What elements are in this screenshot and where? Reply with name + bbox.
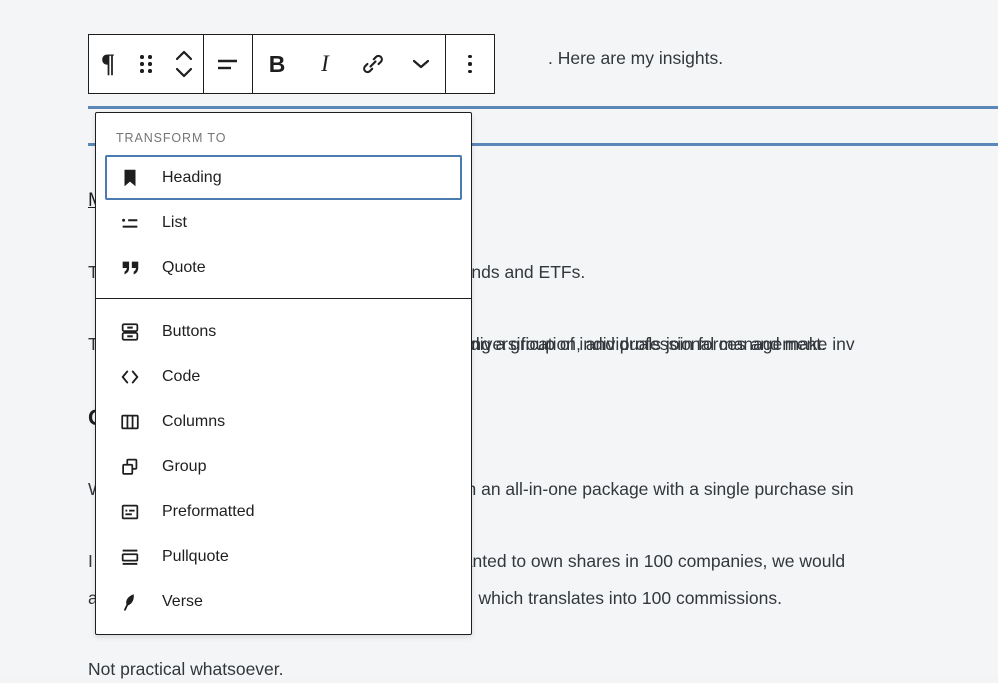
transform-to-menu: TRANSFORM TO Heading List Quote Buttons … xyxy=(95,112,472,635)
quote-marks-icon xyxy=(118,256,142,280)
align-text-button[interactable] xyxy=(204,35,252,93)
transform-option-quote-label: Quote xyxy=(162,258,206,276)
drag-handle-icon xyxy=(140,55,152,73)
toolbar-group-options xyxy=(446,35,494,93)
paragraph-pilcrow-icon: ¶ xyxy=(100,49,116,78)
block-type-paragraph-button[interactable]: ¶ xyxy=(89,35,127,93)
transform-option-preformatted[interactable]: Preformatted xyxy=(105,489,462,534)
transform-option-verse[interactable]: Verse xyxy=(105,579,462,624)
editor-canvas: . Here are my insights. M Te Index Funds… xyxy=(0,0,998,679)
transform-option-columns[interactable]: Columns xyxy=(105,399,462,444)
transform-option-group[interactable]: Group xyxy=(105,444,462,489)
list-icon xyxy=(118,211,142,235)
more-rich-text-button[interactable] xyxy=(397,35,445,93)
transform-option-heading-label: Heading xyxy=(162,168,222,186)
paragraph-intro-text: . Here are my insights. xyxy=(548,48,724,68)
paragraph-7[interactable]: Not practical whatsoever. xyxy=(88,655,284,683)
transform-option-verse-label: Verse xyxy=(162,592,203,610)
bold-button[interactable]: B xyxy=(253,35,301,93)
paragraph-7-text: Not practical whatsoever. xyxy=(88,659,284,679)
transform-option-pullquote-label: Pullquote xyxy=(162,547,229,565)
heading-bookmark-icon xyxy=(118,166,142,190)
transform-secondary-group: Buttons Code Columns Group Preformatted … xyxy=(96,298,471,624)
transform-section-label: TRANSFORM TO xyxy=(116,131,227,145)
toolbar-group-block: ¶ xyxy=(89,35,204,93)
preformatted-icon xyxy=(118,500,142,524)
transform-option-code-label: Code xyxy=(162,367,201,385)
block-toolbar[interactable]: ¶ B I xyxy=(88,34,495,94)
transform-option-columns-label: Columns xyxy=(162,412,226,430)
drag-handle-button[interactable] xyxy=(127,35,165,93)
group-overlapping-squares-icon xyxy=(118,455,142,479)
pullquote-icon xyxy=(118,545,142,569)
toolbar-group-formatting: B I xyxy=(253,35,446,93)
link-chain-icon xyxy=(361,52,385,76)
italic-icon: I xyxy=(321,51,329,76)
verse-feather-icon xyxy=(118,590,142,614)
bold-icon: B xyxy=(268,50,286,77)
transform-option-heading[interactable]: Heading xyxy=(105,155,462,200)
move-block-button[interactable] xyxy=(165,35,203,93)
buttons-stacked-icon xyxy=(118,320,142,344)
transform-option-buttons[interactable]: Buttons xyxy=(105,309,462,354)
link-button[interactable] xyxy=(349,35,397,93)
transform-option-quote[interactable]: Quote xyxy=(105,245,462,290)
paragraph-3-text: diversification, and professional manage… xyxy=(470,334,827,354)
transform-option-buttons-label: Buttons xyxy=(162,322,217,340)
paragraph-5-lead: I xyxy=(88,551,93,571)
transform-option-pullquote[interactable]: Pullquote xyxy=(105,534,462,579)
columns-icon xyxy=(118,410,142,434)
align-left-icon xyxy=(216,55,240,73)
transform-option-list[interactable]: List xyxy=(105,200,462,245)
toolbar-group-align xyxy=(204,35,253,93)
transform-option-list-label: List xyxy=(162,213,187,231)
transform-primary-group: Heading List Quote xyxy=(96,155,471,290)
italic-button[interactable]: I xyxy=(301,35,349,93)
kebab-vertical-dots-icon xyxy=(468,54,472,74)
chevron-down-icon xyxy=(410,57,432,71)
block-options-button[interactable] xyxy=(446,35,494,93)
code-angle-brackets-icon xyxy=(118,365,142,389)
transform-option-group-label: Group xyxy=(162,457,207,475)
move-up-down-icon xyxy=(173,47,195,81)
transform-option-code[interactable]: Code xyxy=(105,354,462,399)
transform-option-preformatted-label: Preformatted xyxy=(162,502,255,520)
